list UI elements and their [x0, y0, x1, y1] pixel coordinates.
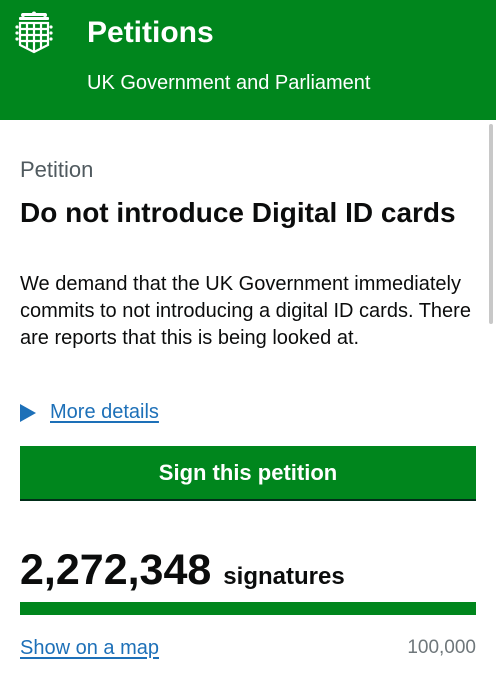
site-title-link[interactable]: Petitions	[87, 14, 214, 52]
show-on-map-link[interactable]: Show on a map	[20, 635, 159, 661]
site-subtitle: UK Government and Parliament	[87, 72, 371, 94]
signature-progress-bar	[20, 602, 476, 615]
signature-target: 100,000	[407, 637, 476, 658]
signature-count-row: 2,272,348 signatures	[20, 544, 345, 596]
scrollbar[interactable]	[489, 124, 493, 324]
triangle-right-icon[interactable]	[20, 403, 36, 422]
petition-description: We demand that the UK Government immedia…	[20, 273, 471, 349]
more-details-link[interactable]: More details	[50, 401, 159, 424]
petition-title: Do not introduce Digital ID cards	[20, 197, 456, 228]
signature-label: signatures	[223, 563, 345, 590]
signature-progress-fill	[20, 602, 476, 615]
site-header: Petitions UK Government and Parliament	[0, 0, 496, 120]
signature-count: 2,272,348	[20, 546, 212, 594]
sign-petition-button[interactable]: Sign this petition	[20, 446, 476, 499]
portcullis-crest-icon[interactable]	[14, 11, 54, 55]
petition-caption: Petition	[20, 157, 94, 182]
more-details-toggle[interactable]: More details	[20, 397, 159, 427]
